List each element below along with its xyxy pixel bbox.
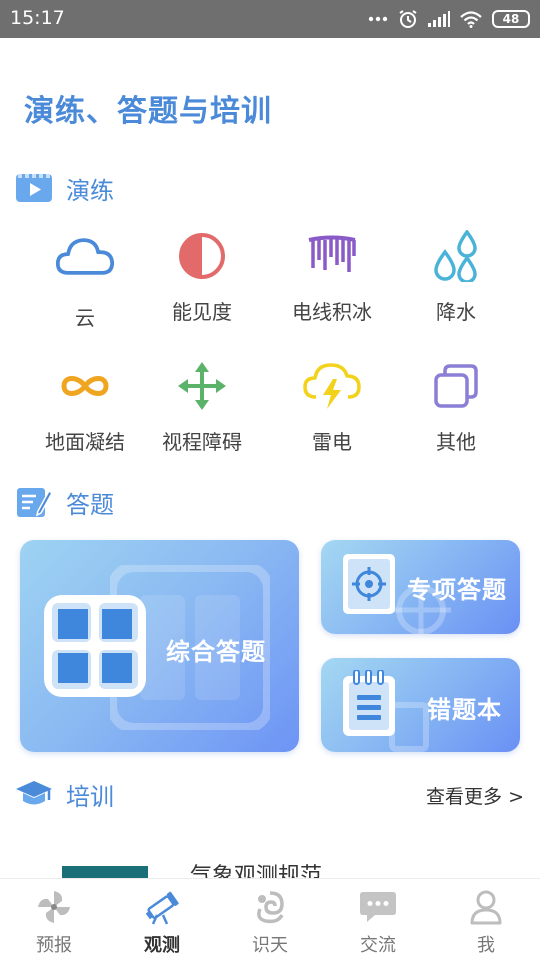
- wrong-book-card[interactable]: 错题本: [321, 658, 520, 752]
- nav-label: 观测: [144, 935, 180, 956]
- nav-label: 我: [477, 935, 495, 956]
- drill-item-label: 电线积冰: [292, 300, 372, 324]
- target-icon: [343, 554, 395, 614]
- drill-section-header: 演练: [14, 168, 114, 208]
- nav-item-forecast[interactable]: 预报: [0, 879, 108, 960]
- drill-item-other[interactable]: 其他: [391, 356, 521, 466]
- battery-icon: 48: [492, 10, 530, 28]
- visibility-icon: [172, 226, 232, 286]
- drill-item-cloud[interactable]: 云: [20, 226, 150, 336]
- battery-level: 48: [502, 12, 520, 26]
- observation-icon: [142, 887, 182, 927]
- cloud-icon: [55, 226, 115, 286]
- special-quiz-label: 专项答题: [407, 576, 507, 604]
- nav-item-profile[interactable]: 我: [432, 879, 540, 960]
- drill-item-precipitation[interactable]: 降水: [391, 226, 521, 336]
- precipitation-icon: [426, 226, 486, 286]
- nav-item-observation[interactable]: 观测: [108, 879, 216, 960]
- course-thumbnail[interactable]: [62, 866, 148, 878]
- training-section-header: 培训: [14, 774, 114, 814]
- drill-item-label: 降水: [436, 300, 476, 324]
- drill-section-title: 演练: [66, 176, 114, 205]
- drill-item-label: 能见度: [172, 300, 232, 324]
- thunder-icon: [302, 356, 362, 416]
- drill-item-ground-condensation[interactable]: 地面凝结: [20, 356, 150, 466]
- quiz-section-header: 答题: [14, 482, 114, 522]
- forecast-icon: [34, 887, 74, 927]
- signal-icon: [428, 11, 450, 27]
- wire-icing-icon: [302, 226, 362, 286]
- training-section-title: 培训: [66, 782, 114, 811]
- wrong-book-label: 错题本: [427, 696, 502, 724]
- video-icon: [14, 168, 54, 208]
- grid-apps-icon: [44, 595, 146, 697]
- special-quiz-card[interactable]: 专项答题: [321, 540, 520, 634]
- more-dots-icon: [368, 16, 388, 22]
- view-more-link[interactable]: 查看更多 >: [426, 782, 524, 809]
- drill-item-label: 云: [75, 306, 95, 330]
- drill-item-thunder[interactable]: 雷电: [267, 356, 397, 466]
- quiz-section-title: 答题: [66, 490, 114, 519]
- comprehensive-quiz-card[interactable]: 综合答题: [20, 540, 299, 752]
- chat-icon: [358, 887, 398, 927]
- drill-item-visibility[interactable]: 能见度: [137, 226, 267, 336]
- nav-label: 交流: [360, 935, 396, 956]
- bottom-nav: 预报 观测 识天 交流 我: [0, 878, 540, 960]
- sky-knowledge-icon: [250, 887, 290, 927]
- alarm-icon: [399, 10, 417, 28]
- page-title: 演练、答题与培训: [24, 94, 272, 129]
- edit-note-icon: [14, 482, 54, 522]
- drill-item-label: 视程障碍: [162, 430, 242, 454]
- status-icons: 48: [368, 8, 530, 30]
- drill-item-label: 雷电: [312, 430, 352, 454]
- nav-item-sky-knowledge[interactable]: 识天: [216, 879, 324, 960]
- comprehensive-quiz-label: 综合答题: [166, 638, 266, 666]
- wifi-icon: [460, 10, 482, 28]
- notebook-icon: [343, 670, 395, 736]
- ground-condensation-icon: [55, 356, 115, 416]
- drill-item-visual-obstruction[interactable]: 视程障碍: [137, 356, 267, 466]
- nav-label: 识天: [252, 935, 288, 956]
- other-icon: [426, 356, 486, 416]
- drill-item-label: 地面凝结: [45, 430, 125, 454]
- drill-item-wire-icing[interactable]: 电线积冰: [267, 226, 397, 336]
- card-watermark-icon: [389, 702, 429, 752]
- status-time: 15:17: [10, 7, 65, 29]
- course-title[interactable]: 气象观测规范: [190, 864, 322, 878]
- visual-obstruction-icon: [172, 356, 232, 416]
- nav-label: 预报: [36, 935, 72, 956]
- graduation-cap-icon: [14, 774, 54, 814]
- profile-icon: [466, 887, 506, 927]
- drill-item-label: 其他: [436, 430, 476, 454]
- nav-item-chat[interactable]: 交流: [324, 879, 432, 960]
- status-bar: 15:17 48: [0, 0, 540, 38]
